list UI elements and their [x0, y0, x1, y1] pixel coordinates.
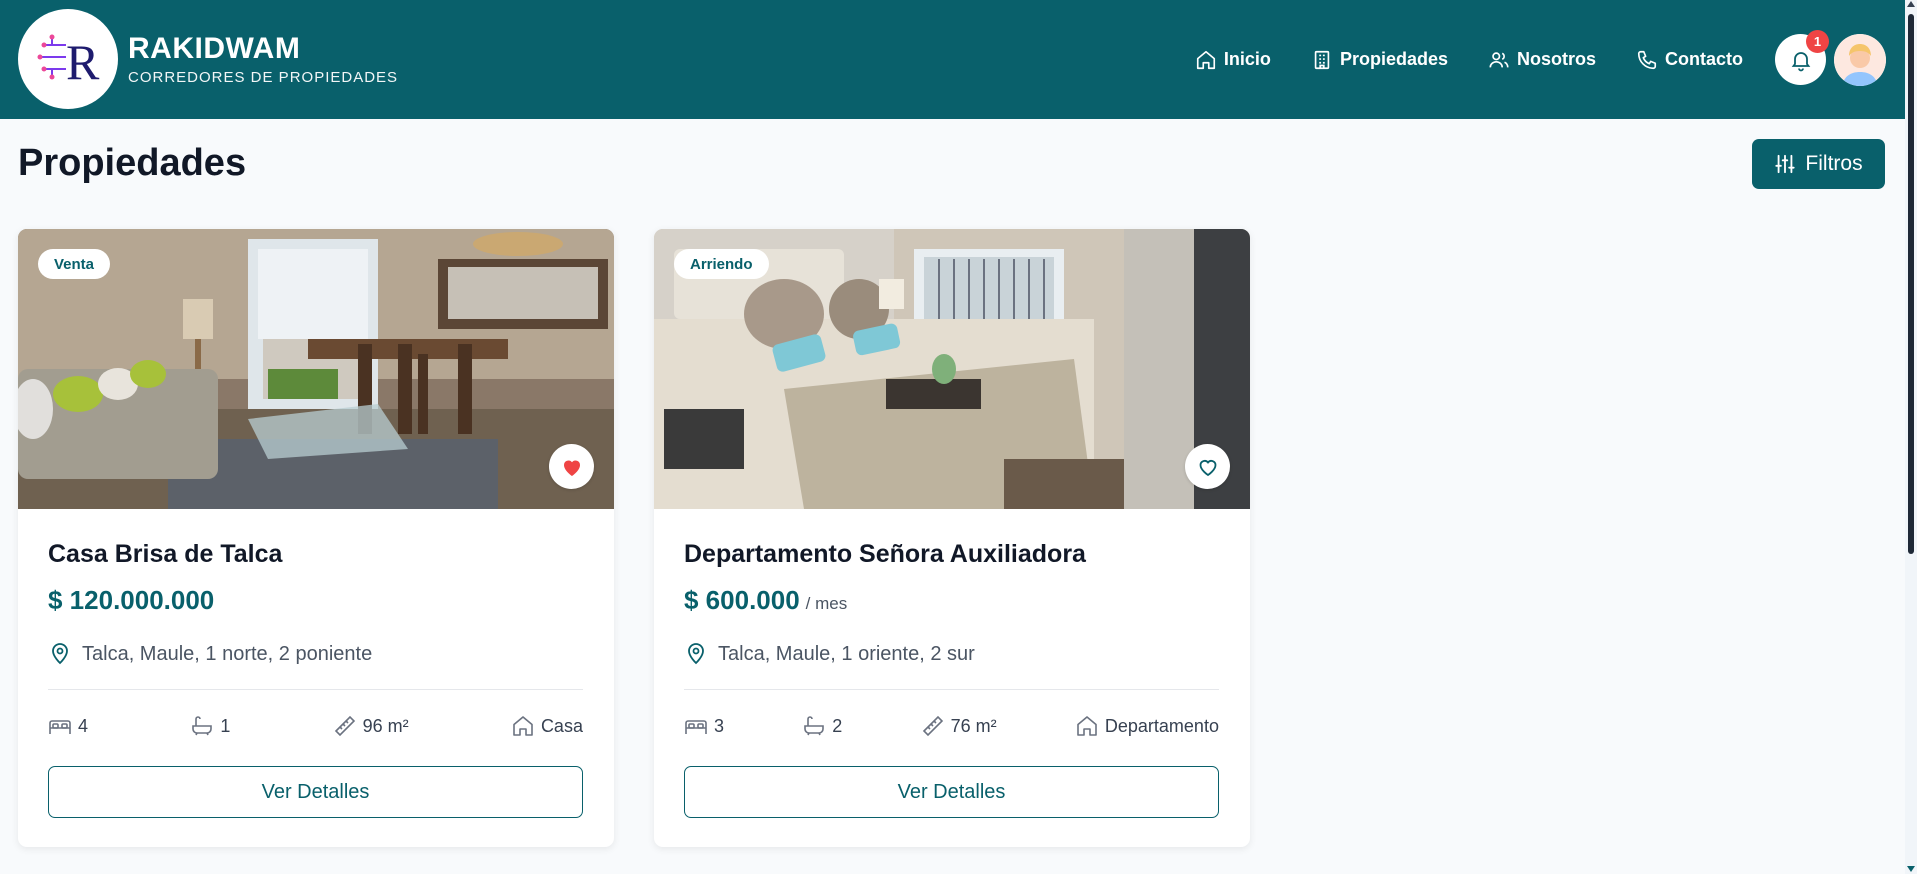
- feature-bedrooms: 3: [684, 714, 724, 738]
- nav-item-nosotros[interactable]: Nosotros: [1488, 49, 1596, 71]
- page-scrollbar[interactable]: [1905, 0, 1917, 874]
- home-icon: [513, 716, 533, 736]
- area-value: 76 m²: [950, 715, 997, 736]
- divider: [684, 689, 1219, 690]
- property-price: $ 120.000.000: [48, 585, 220, 616]
- nav-item-propiedades[interactable]: Propiedades: [1311, 49, 1448, 71]
- brand-text: RAKIDWAM CORREDORES DE PROPIEDADES: [128, 32, 398, 88]
- bed-icon: [685, 720, 707, 734]
- location-text: Talca, Maule, 1 oriente, 2 sur: [718, 642, 975, 665]
- property-card: Venta Casa Brisa de Talca $ 120.000.000 …: [18, 229, 614, 847]
- type-value: Departamento: [1104, 715, 1219, 736]
- nav-label: Inicio: [1223, 49, 1271, 69]
- property-image[interactable]: Venta: [18, 229, 614, 509]
- favorite-button[interactable]: [1185, 444, 1230, 489]
- type-value: Casa: [540, 715, 583, 736]
- heart-outline-icon: [1199, 459, 1216, 476]
- avatar-icon: [1834, 34, 1886, 86]
- building-icon: [1314, 50, 1330, 69]
- sliders-icon: [1775, 154, 1796, 174]
- favorite-button[interactable]: [549, 444, 594, 489]
- scroll-up-arrow-icon[interactable]: [1907, 1, 1915, 7]
- area-value: 96 m²: [362, 715, 409, 736]
- feature-type: Departamento: [1075, 714, 1219, 738]
- property-location: Talca, Maule, 1 norte, 2 poniente: [48, 642, 372, 666]
- property-image[interactable]: Arriendo: [654, 229, 1250, 509]
- brand-subtitle: CORREDORES DE PROPIEDADES: [128, 69, 399, 86]
- user-avatar[interactable]: [1834, 34, 1886, 86]
- top-navbar: R RAKIDWAM CORREDORES DE PROPIEDADES Ini…: [0, 0, 1905, 119]
- property-card: Arriendo Departamento Señora Auxiliadora…: [654, 229, 1250, 847]
- filters-label: Filtros: [1805, 152, 1863, 175]
- nav-item-inicio[interactable]: Inicio: [1195, 49, 1271, 71]
- bath-icon: [192, 716, 213, 736]
- price-value: $ 600.000: [684, 585, 800, 615]
- bed-icon: [49, 720, 71, 734]
- feature-bedrooms: 4: [48, 714, 88, 738]
- bathrooms-value: 2: [832, 715, 843, 736]
- scroll-down-arrow-icon[interactable]: [1907, 866, 1915, 872]
- nav-label: Propiedades: [1339, 49, 1448, 69]
- heart-filled-icon: [563, 460, 580, 476]
- price-value: $ 120.000.000: [48, 585, 215, 615]
- ruler-icon: [922, 715, 943, 737]
- listing-type-tag: Venta: [38, 249, 111, 279]
- ruler-icon: [334, 715, 355, 737]
- view-details-button[interactable]: Ver Detalles: [684, 766, 1219, 818]
- feature-bathrooms: 1: [190, 714, 230, 738]
- property-features: 3 2 76 m² Departamento: [684, 711, 1219, 741]
- notification-badge: 1: [1806, 30, 1829, 53]
- brand-name: RAKIDWAM: [128, 32, 301, 65]
- feature-area: 76 m²: [921, 714, 997, 738]
- property-title: Casa Brisa de Talca: [48, 540, 283, 568]
- bell-icon: [1791, 51, 1810, 71]
- svg-text:R: R: [66, 34, 100, 90]
- property-features: 4 1 96 m² Casa: [48, 711, 583, 741]
- price-unit: / mes: [805, 594, 848, 613]
- main-nav: Inicio Propiedades Nosotros Contacto: [1195, 0, 1743, 119]
- property-title: Departamento Señora Auxiliadora: [684, 540, 1086, 568]
- feature-area: 96 m²: [333, 714, 409, 738]
- bedrooms-value: 4: [78, 715, 89, 736]
- nav-label: Nosotros: [1516, 49, 1596, 69]
- filters-button[interactable]: Filtros: [1752, 139, 1885, 189]
- feature-type: Casa: [511, 714, 583, 738]
- view-details-button[interactable]: Ver Detalles: [48, 766, 583, 818]
- bath-icon: [804, 716, 825, 736]
- nav-item-contacto[interactable]: Contacto: [1636, 49, 1743, 71]
- location-text: Talca, Maule, 1 norte, 2 poniente: [82, 642, 373, 665]
- page-title: Propiedades: [18, 142, 247, 184]
- phone-icon: [1637, 50, 1657, 69]
- divider: [48, 689, 583, 690]
- bedrooms-value: 3: [714, 715, 725, 736]
- nav-label: Contacto: [1665, 49, 1743, 69]
- property-price: $ 600.000 / mes: [684, 585, 847, 616]
- home-icon: [1077, 716, 1097, 736]
- map-pin-icon: [688, 643, 704, 665]
- feature-bathrooms: 2: [802, 714, 842, 738]
- property-location: Talca, Maule, 1 oriente, 2 sur: [684, 642, 975, 666]
- brand-logo[interactable]: R: [18, 9, 118, 109]
- home-icon: [1196, 50, 1215, 69]
- scroll-thumb[interactable]: [1908, 14, 1914, 554]
- logo-circuit-r-icon: R: [37, 34, 100, 90]
- listing-type-tag: Arriendo: [674, 249, 769, 279]
- bathrooms-value: 1: [220, 715, 231, 736]
- users-icon: [1489, 51, 1509, 67]
- map-pin-icon: [52, 643, 68, 665]
